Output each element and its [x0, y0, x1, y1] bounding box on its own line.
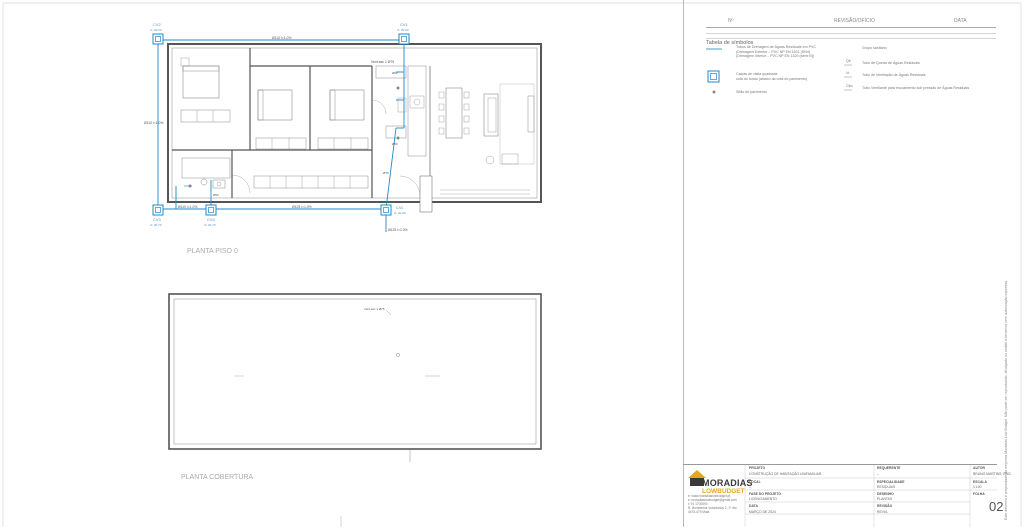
corridor-cabinets: [253, 175, 369, 189]
toilet: [200, 178, 208, 186]
revisao-label: REVISÃO: [877, 504, 893, 508]
revision-table-header: Nº REVISÃO/OFÍCIO DATA: [706, 17, 996, 28]
info-panel: Nº REVISÃO/OFÍCIO DATA Tabela de símbolo…: [683, 0, 998, 527]
legend-item-pipes: Tubos de Drenagem de Águas Residuais em …: [736, 45, 816, 59]
tv-unit: [527, 95, 535, 133]
roof-vent-label: Vent.asc 1 Ø75: [364, 307, 385, 311]
legend-item-box: Caixas de visita quadrada cota do fundo …: [736, 72, 808, 81]
pipe-label-left: Ø110 i=1.0%: [144, 121, 163, 125]
autor-label: AUTOR: [973, 466, 985, 470]
desenho-value: PLANTAS: [877, 497, 893, 501]
drainage-network: [157, 39, 405, 232]
company-contact: e: www.moradiaslowbudget.pt e: moradiasl…: [688, 494, 737, 515]
escala-label: ESCALA: [973, 480, 987, 484]
legend-item-vr: Tubo de Ventilação de Águas Residuais: [862, 73, 926, 77]
brand-name: MORADIAS: [702, 478, 753, 488]
projeto-value: CONSTRUÇÃO DE HABITAÇÃO UNIFAMILIAR: [749, 472, 822, 476]
pipe-label-inner-a: Ø90: [392, 71, 398, 75]
rev-col-no: Nº: [728, 18, 734, 24]
pipe-label-inner-d: Ø75: [383, 171, 389, 175]
roof-plan: Vent.asc 1 Ø75 PLANTA COBERTURA: [168, 293, 542, 481]
local-value: –: [749, 485, 751, 489]
box-cvl-level: ct: 00.00: [394, 211, 406, 215]
legend-code-qb: Qb: [846, 59, 851, 63]
ground-floor-plan: CV2 ct: 00.00 CV1 ct: 00.00 CV3 ct: 00.7…: [144, 22, 542, 255]
local-label: LOCAL: [749, 480, 761, 484]
wardrobe-1: [180, 109, 231, 123]
washbasin: [212, 179, 226, 189]
legend-item-drain: Sifão de pavimento: [736, 90, 767, 94]
fase-value: LICENCIAMENTO: [749, 497, 777, 501]
rev-col-date: DATA: [954, 18, 967, 24]
box-cv2-code: CV2: [153, 22, 162, 27]
revision-row: [706, 33, 996, 34]
box-cv4-code: CV4: [207, 217, 216, 222]
legend-item-group: Grupo sanitário: [862, 46, 887, 50]
box-cv1-level: ct: 00.00: [397, 28, 409, 32]
wardrobe-3: [317, 137, 369, 150]
copyright-note: Este desenho é propriedade da empresa Mo…: [1004, 279, 1008, 520]
requerente-label: REQUERENTE: [877, 466, 901, 470]
legend-code-vr: Vr: [846, 71, 850, 75]
escala-value: 1:100: [973, 485, 982, 489]
drawing-sheet: CV2 ct: 00.00 CV1 ct: 00.00 CV3 ct: 00.7…: [0, 0, 1024, 532]
wardrobe-2: [255, 137, 307, 150]
box-cv4: [205, 204, 217, 216]
dining-table: [445, 87, 463, 139]
pipe-label-top: Ø110 i=1.0%: [272, 36, 291, 40]
outer-wall: [167, 43, 542, 203]
inner-wall-line: [171, 47, 538, 199]
plan-ground-title: PLANTA PISO 0: [187, 248, 238, 255]
box-cvl-code: CVL: [396, 205, 405, 210]
legend-code-clkv: Clkv: [846, 84, 853, 88]
revision-row: [706, 38, 996, 39]
roof-outline: [168, 293, 542, 450]
box-cv3-code: CV3: [153, 217, 162, 222]
especialidade-value: RESIDUAIS: [877, 485, 896, 489]
bathroom-shower: [181, 157, 231, 179]
legend-item-qb: Tubo de Queda de Águas Residuais: [862, 61, 920, 65]
box-cv1: [398, 33, 410, 45]
data-value: MARÇO DE 2024: [749, 510, 776, 514]
revisao-value: REV01: [877, 510, 888, 514]
box-cvl: [380, 204, 392, 216]
pipe-label-inner-b: Ø50: [392, 142, 398, 146]
autor-value: BRUNO MARTINS, ENG.: [973, 472, 1012, 476]
roof-vent: [396, 353, 400, 357]
box-cv2: [152, 33, 164, 45]
box-cv3-level: ct: 00.70: [150, 223, 162, 227]
box-cv1-code: CV1: [400, 22, 409, 27]
requerente-value: –: [877, 472, 879, 476]
rev-col-desc: REVISÃO/OFÍCIO: [834, 18, 875, 24]
pipe-label-bottom-left: Ø110 i=1.0%: [178, 205, 197, 209]
plan-roof-title: PLANTA COBERTURA: [181, 474, 253, 481]
fase-label: FASE DO PROJETO: [749, 492, 781, 496]
data-label: DATA: [749, 504, 758, 508]
pipe-label-outlet: Ø125 i=1.0%: [388, 228, 408, 232]
kitchen-counter-side: [407, 65, 427, 157]
desenho-label: DESENHO: [877, 492, 894, 496]
box-cv4-level: ct: 00.70: [204, 223, 216, 227]
box-cv3: [152, 204, 164, 216]
sheet-number: 02: [989, 499, 1004, 514]
folha-label: FOLHA: [973, 492, 985, 496]
box-cv2-level: ct: 00.00: [150, 28, 162, 32]
legend-item-clkv: Tubo Ventilante para escoamento sob pres…: [862, 86, 970, 90]
pipe-label-inner-c: Ø50: [213, 193, 219, 197]
pipe-label-vent: Vent.asc 1 Ø75: [371, 60, 394, 64]
especialidade-label: ESPECIALIDADE: [877, 480, 905, 484]
projeto-label: PROJETO: [749, 466, 766, 470]
pipe-label-bottom-mid: Ø125 i=1.0%: [292, 205, 312, 209]
